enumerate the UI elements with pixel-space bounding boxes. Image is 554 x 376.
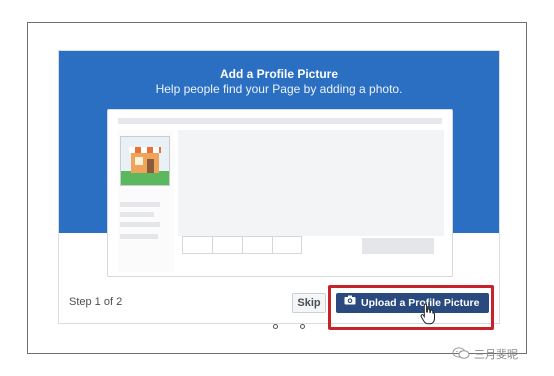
preview-line [120,222,160,227]
watermark: 三月斐昵 [452,346,518,362]
watermark-text: 三月斐昵 [474,349,518,361]
pagination-dot[interactable] [300,324,305,329]
preview-button [362,238,434,254]
wechat-icon [452,346,470,362]
profile-picture-dialog: Add a Profile Picture Help people find y… [58,50,500,324]
dialog-title: Add a Profile Picture [219,67,339,81]
storefront-icon [120,136,170,186]
preview-tabs [182,236,302,254]
dialog-subtitle: Help people find your Page by adding a p… [155,82,403,96]
hand-pointer-icon [420,303,436,330]
preview-line [120,234,158,239]
highlight-box [328,285,494,330]
preview-cover-area [178,130,444,236]
skip-button[interactable]: Skip [292,293,326,313]
preview-top-bar [118,118,442,124]
preview-line [120,202,160,207]
preview-line [120,212,154,217]
pagination-dot[interactable] [273,324,278,329]
page-preview-illustration [107,109,453,277]
step-indicator: Step 1 of 2 [69,296,123,308]
